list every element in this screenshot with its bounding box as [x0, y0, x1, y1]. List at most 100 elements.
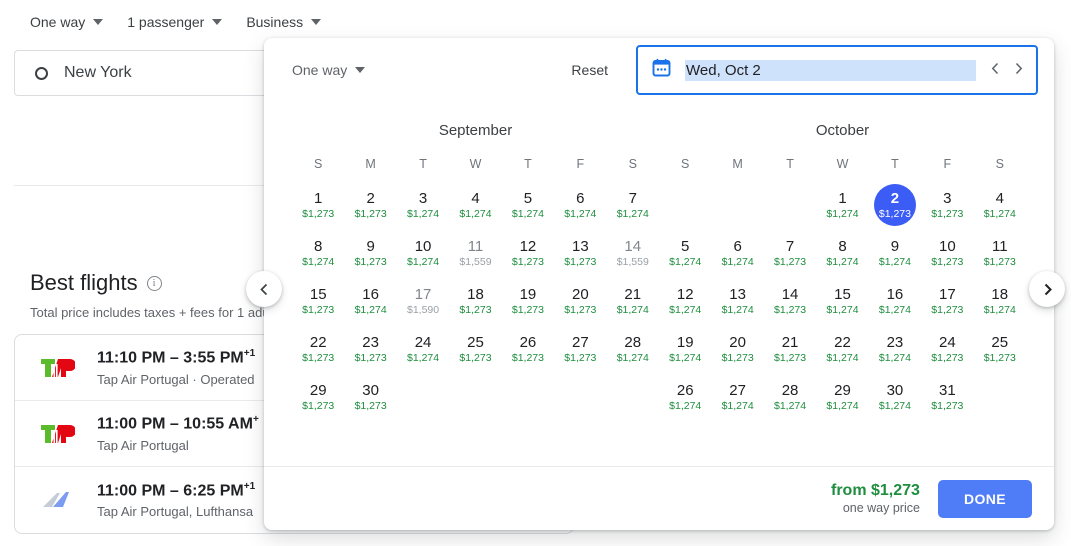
day-number: 12	[676, 286, 694, 303]
day-number: 30	[362, 382, 379, 399]
calendar-day[interactable]: 20 $1,273	[711, 327, 763, 371]
calendar-day[interactable]: 23 $1,274	[869, 327, 921, 371]
calendar-day[interactable]: 9 $1,273	[344, 231, 396, 275]
trip-type-selector[interactable]: One way	[18, 8, 115, 36]
from-price: from $1,273	[831, 482, 920, 499]
departure-date-value[interactable]: Wed, Oct 2	[685, 59, 976, 81]
calendar-day[interactable]: 31 $1,273	[921, 375, 973, 419]
next-date-button[interactable]	[1013, 62, 1024, 79]
calendar-day[interactable]: 8 $1,274	[816, 231, 868, 275]
calendar-day[interactable]: 25 $1,273	[974, 327, 1026, 371]
calendar-day-selected[interactable]: 2 $1,273	[869, 183, 921, 227]
day-price: $1,273	[931, 208, 964, 220]
next-page-button[interactable]	[1029, 271, 1065, 307]
calendar-day[interactable]: 4 $1,274	[449, 183, 501, 227]
calendar-day[interactable]: 14 $1,559	[607, 231, 659, 275]
calendar-empty-cell	[659, 183, 711, 227]
calendar-day[interactable]: 25 $1,273	[449, 327, 501, 371]
reset-button[interactable]: Reset	[561, 56, 618, 84]
tap-air-portugal-logo	[39, 421, 75, 447]
done-button[interactable]: DONE	[937, 479, 1032, 518]
calendar-day[interactable]: 22 $1,274	[816, 327, 868, 371]
previous-page-button[interactable]	[246, 271, 282, 307]
day-number: 29	[309, 382, 327, 399]
calendar-day[interactable]: 29 $1,274	[816, 375, 868, 419]
departure-date-field[interactable]: Wed, Oct 2	[636, 45, 1038, 95]
google-flights-screen: One way 1 passenger Business New York Be…	[0, 0, 1071, 546]
calendar-day[interactable]: 28 $1,274	[607, 327, 659, 371]
calendar-day[interactable]: 14 $1,273	[764, 279, 816, 323]
calendar-day[interactable]: 17 $1,590	[397, 279, 449, 323]
calendar-day[interactable]: 24 $1,273	[921, 327, 973, 371]
previous-date-button[interactable]	[990, 62, 1001, 79]
calendar-day[interactable]: 22 $1,273	[292, 327, 344, 371]
calendar-day[interactable]: 15 $1,273	[292, 279, 344, 323]
day-price: $1,274	[721, 400, 754, 412]
calendar-day[interactable]: 5 $1,274	[502, 183, 554, 227]
calendar-day[interactable]: 23 $1,273	[344, 327, 396, 371]
calendar-day[interactable]: 10 $1,273	[921, 231, 973, 275]
picker-trip-type-selector[interactable]: One way	[292, 62, 366, 78]
calendar-day[interactable]: 13 $1,273	[554, 231, 606, 275]
calendar-day[interactable]: 24 $1,274	[397, 327, 449, 371]
info-icon[interactable]: i	[146, 275, 162, 291]
calendar-day[interactable]: 4 $1,274	[974, 183, 1026, 227]
calendar-day[interactable]: 3 $1,273	[921, 183, 973, 227]
calendar-day[interactable]: 13 $1,274	[711, 279, 763, 323]
calendar-day[interactable]: 20 $1,273	[554, 279, 606, 323]
calendar-day[interactable]: 2 $1,273	[344, 183, 396, 227]
calendar-day[interactable]: 11 $1,273	[974, 231, 1026, 275]
day-price: $1,274	[669, 400, 702, 412]
calendar-day[interactable]: 26 $1,274	[659, 375, 711, 419]
day-price: $1,273	[511, 304, 544, 316]
passengers-selector[interactable]: 1 passenger	[115, 8, 234, 36]
calendar-day[interactable]: 27 $1,273	[554, 327, 606, 371]
date-picker-dialog: One way Reset Wed, Oct 2 September S M T…	[264, 38, 1054, 530]
calendar-day[interactable]: 27 $1,274	[711, 375, 763, 419]
weekday-label: S	[995, 157, 1004, 171]
calendar-day[interactable]: 21 $1,274	[607, 279, 659, 323]
calendar-day[interactable]: 6 $1,274	[554, 183, 606, 227]
calendar-day[interactable]: 19 $1,273	[502, 279, 554, 323]
calendar-day[interactable]: 18 $1,273	[449, 279, 501, 323]
calendar-day[interactable]: 30 $1,273	[344, 375, 396, 419]
calendar-day[interactable]: 15 $1,274	[816, 279, 868, 323]
calendar-day[interactable]: 17 $1,273	[921, 279, 973, 323]
calendar-day[interactable]: 1 $1,273	[292, 183, 344, 227]
calendar-day[interactable]: 6 $1,274	[711, 231, 763, 275]
calendar-day[interactable]: 26 $1,273	[502, 327, 554, 371]
calendar-day[interactable]: 12 $1,274	[659, 279, 711, 323]
day-price: $1,559	[616, 256, 649, 268]
day-price: $1,274	[616, 304, 649, 316]
calendar-day[interactable]: 3 $1,274	[397, 183, 449, 227]
calendar-day[interactable]: 7 $1,273	[764, 231, 816, 275]
calendar-day[interactable]: 11 $1,559	[449, 231, 501, 275]
calendar-day[interactable]: 7 $1,274	[607, 183, 659, 227]
day-number: 4	[995, 190, 1004, 207]
calendar-day[interactable]: 29 $1,273	[292, 375, 344, 419]
calendar-day[interactable]: 9 $1,274	[869, 231, 921, 275]
calendar-day[interactable]: 21 $1,273	[764, 327, 816, 371]
calendar-day[interactable]: 16 $1,274	[869, 279, 921, 323]
day-price: $1,274	[983, 208, 1016, 220]
calendar-day[interactable]: 12 $1,273	[502, 231, 554, 275]
day-price: $1,273	[354, 400, 387, 412]
calendar-day[interactable]: 19 $1,274	[659, 327, 711, 371]
calendar-day[interactable]: 1 $1,274	[816, 183, 868, 227]
day-price: $1,273	[721, 352, 754, 364]
weekday-label: T	[524, 157, 532, 171]
day-price: $1,274	[407, 352, 440, 364]
calendar-day[interactable]: 5 $1,274	[659, 231, 711, 275]
calendar-day[interactable]: 8 $1,274	[292, 231, 344, 275]
day-number: 14	[781, 286, 799, 303]
price-summary: from $1,273 one way price	[831, 481, 920, 516]
day-number: 20	[572, 286, 589, 303]
calendar-day[interactable]: 10 $1,274	[397, 231, 449, 275]
calendar-day[interactable]: 28 $1,274	[764, 375, 816, 419]
cabin-class-selector[interactable]: Business	[234, 8, 333, 36]
flight-time: 11:00 PM – 10:55 AM+	[97, 414, 259, 433]
calendar-day[interactable]: 30 $1,274	[869, 375, 921, 419]
calendar-day[interactable]: 18 $1,274	[974, 279, 1026, 323]
calendar-day[interactable]: 16 $1,274	[344, 279, 396, 323]
calendar-empty-cell	[502, 375, 554, 419]
